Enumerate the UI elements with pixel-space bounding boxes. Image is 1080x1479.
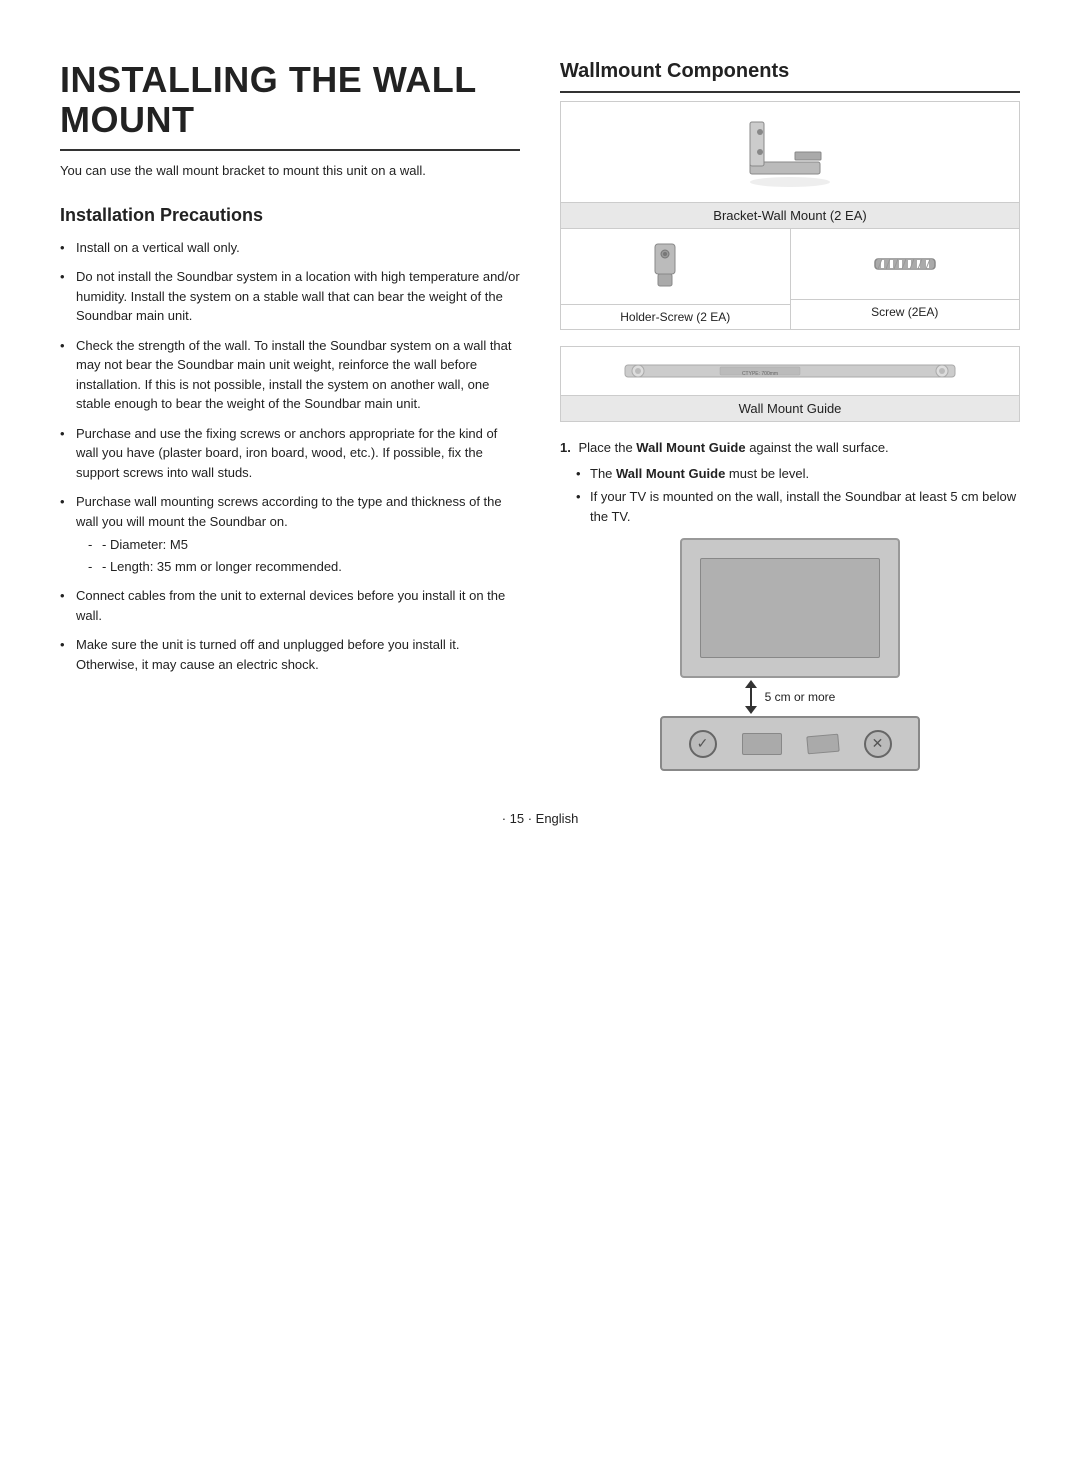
screw-item: Screw (2EA) [791, 229, 1020, 329]
svg-text:CTYPE: 700mm: CTYPE: 700mm [742, 371, 778, 377]
components-area: Bracket-Wall Mount (2 EA) Holder-Scr [560, 101, 1020, 330]
tv-screen [700, 558, 880, 658]
precautions-list: Install on a vertical wall only. Do not … [60, 238, 520, 675]
step-1-text: 1. Place the Wall Mount Guide against th… [560, 438, 1020, 458]
step-sub-list: The Wall Mount Guide must be level. If y… [560, 464, 1020, 527]
arrow-up-head [745, 680, 757, 688]
step-post: against the wall surface. [749, 440, 888, 455]
list-item: Install on a vertical wall only. [60, 238, 520, 258]
list-item: Purchase wall mounting screws according … [60, 492, 520, 576]
holder-screw-svg [645, 239, 705, 294]
screw-image [860, 229, 950, 299]
arrow-down-icon [745, 680, 757, 714]
sub-list-item: - Diameter: M5 [88, 535, 520, 555]
list-item: Connect cables from the unit to external… [60, 586, 520, 625]
soundbar-check-icon: ✓ [689, 730, 717, 758]
list-item: Check the strength of the wall. To insta… [60, 336, 520, 414]
sub-list-item: - Length: 35 mm or longer recommended. [88, 557, 520, 577]
list-item: Make sure the unit is turned off and unp… [60, 635, 520, 674]
list-item: Purchase and use the fixing screws or an… [60, 424, 520, 483]
page-footer: · 15 · English [60, 811, 1020, 826]
bracket-label: Bracket-Wall Mount (2 EA) [561, 202, 1019, 228]
left-column: INSTALLING THE WALL MOUNT You can use th… [60, 60, 520, 771]
install-diagram: 5 cm or more ✓ ✕ [560, 538, 1020, 771]
step-bold: Wall Mount Guide [636, 440, 745, 455]
bracket-wall-mount-box: Bracket-Wall Mount (2 EA) [560, 101, 1020, 229]
tv-illustration [680, 538, 900, 678]
sub-list: - Diameter: M5 - Length: 35 mm or longer… [76, 535, 520, 576]
page-number: · 15 · English [502, 811, 579, 826]
soundbar-rect-1 [742, 733, 782, 755]
screw-label: Screw (2EA) [791, 299, 1020, 324]
page-title: INSTALLING THE WALL MOUNT [60, 60, 520, 151]
holder-screw-label: Holder-Screw (2 EA) [561, 304, 790, 329]
wallmount-components-title: Wallmount Components [560, 60, 1020, 93]
step-1-block: 1. Place the Wall Mount Guide against th… [560, 438, 1020, 526]
step-sub-item: If your TV is mounted on the wall, insta… [576, 487, 1020, 526]
step-sub-item: The Wall Mount Guide must be level. [576, 464, 1020, 484]
bracket-svg [740, 112, 840, 192]
screw-svg [870, 239, 940, 289]
arrow-down-head [745, 706, 757, 714]
step-pre: Place the [578, 440, 632, 455]
soundbar-x-icon: ✕ [864, 730, 892, 758]
step-number: 1. [560, 440, 571, 455]
intro-text: You can use the wall mount bracket to mo… [60, 161, 520, 181]
page-container: INSTALLING THE WALL MOUNT You can use th… [60, 60, 1020, 771]
sub-post: must be level. [725, 466, 809, 481]
cm-label: 5 cm or more [765, 690, 836, 704]
small-components-row: Holder-Screw (2 EA) [560, 229, 1020, 330]
check-symbol: ✓ [697, 735, 709, 752]
soundbar-illustration: ✓ ✕ [660, 716, 920, 771]
x-symbol: ✕ [872, 735, 884, 752]
list-item: Do not install the Soundbar system in a … [60, 267, 520, 326]
bracket-image [730, 102, 850, 202]
guide-strip-image: CTYPE: 700mm [561, 347, 1019, 395]
wall-mount-guide-strip: CTYPE: 700mm Wall Mount Guide [560, 346, 1020, 422]
guide-strip-svg: CTYPE: 700mm [620, 355, 960, 387]
holder-screw-image [635, 229, 715, 304]
sub-text: If your TV is mounted on the wall, insta… [590, 489, 1016, 524]
holder-screw-item: Holder-Screw (2 EA) [561, 229, 791, 329]
right-column: Wallmount Components [560, 60, 1020, 771]
precautions-title: Installation Precautions [60, 205, 520, 226]
arrow-area: 5 cm or more [560, 680, 1020, 714]
arrow-shaft [750, 688, 752, 706]
sub-bold: Wall Mount Guide [616, 466, 725, 481]
sub-pre: The [590, 466, 616, 481]
guide-strip-label: Wall Mount Guide [561, 395, 1019, 421]
soundbar-rect-2 [806, 733, 839, 754]
